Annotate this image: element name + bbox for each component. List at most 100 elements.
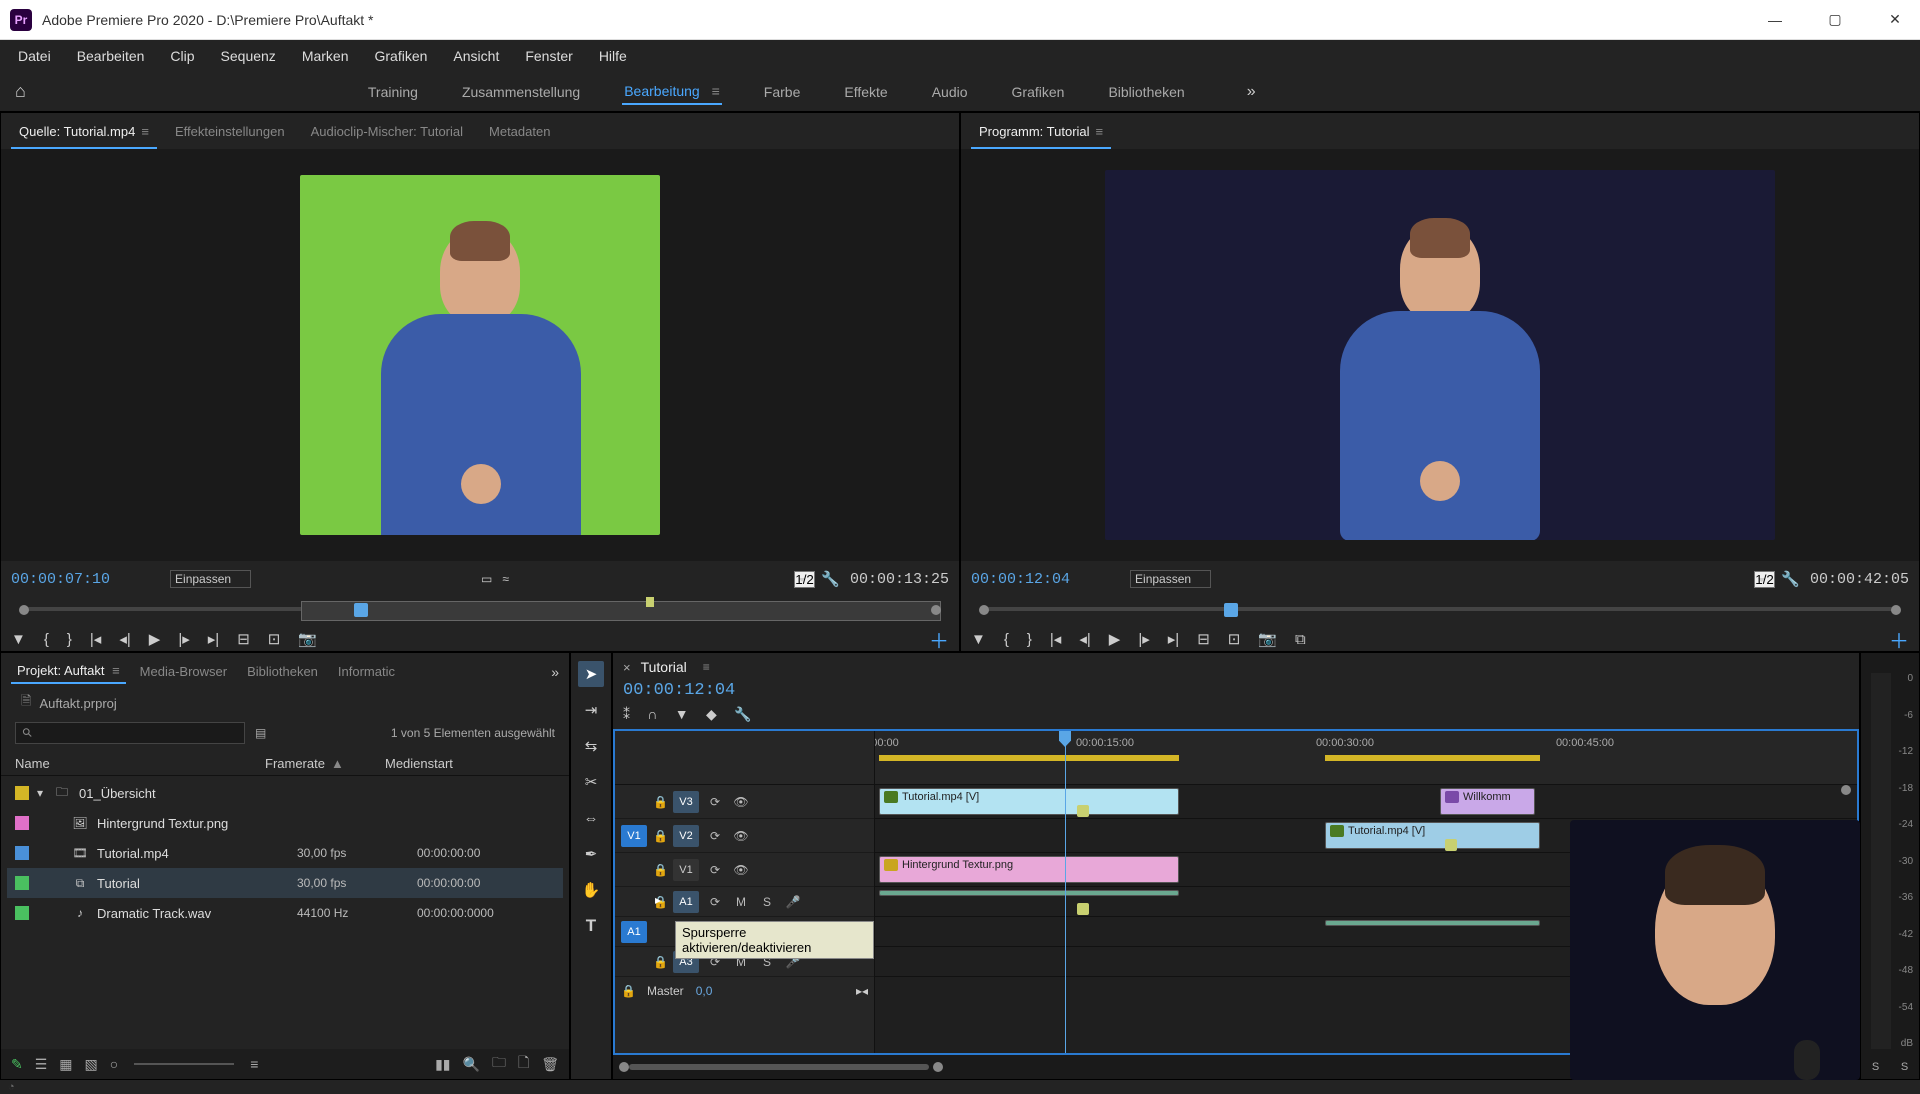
go-to-in-icon[interactable]: |◂ — [1050, 630, 1061, 648]
add-marker-icon[interactable]: ▼ — [971, 631, 986, 648]
go-to-in-icon[interactable]: |◂ — [90, 630, 101, 648]
go-to-out-icon[interactable]: ▸| — [208, 630, 219, 648]
clip-audio-a1[interactable] — [879, 890, 1179, 896]
track-header-a1[interactable]: ▸🔒 A1 ⟳ M S 🎤 — [615, 887, 874, 917]
program-current-timecode[interactable]: 00:00:12:04 — [971, 571, 1070, 588]
label-color-chip[interactable] — [15, 846, 29, 860]
source-video-display[interactable] — [1, 149, 959, 561]
project-tab-media-browser[interactable]: Media-Browser — [134, 660, 233, 683]
clip-marker[interactable] — [1445, 839, 1457, 851]
pen-tool-icon[interactable]: ✒ — [578, 841, 604, 867]
menu-datei[interactable]: Datei — [8, 44, 61, 68]
new-bin-icon[interactable]: 🗀 — [492, 1052, 506, 1076]
timeline-track-v3[interactable]: Tutorial.mp4 [V] Willkomm — [875, 785, 1857, 819]
source-zoom-select[interactable]: 1/2 — [794, 571, 815, 588]
add-transport-button-icon[interactable]: ＋ — [1889, 625, 1909, 654]
workspace-overflow-icon[interactable]: » — [1247, 83, 1256, 101]
list-view-icon[interactable]: ☰ — [35, 1056, 48, 1073]
sort-icon[interactable]: ≡ — [250, 1056, 258, 1072]
track-output-icon[interactable]: 👁 — [731, 795, 751, 809]
sync-lock-icon[interactable]: ⟳ — [705, 795, 725, 809]
project-search-input[interactable] — [15, 722, 245, 744]
master-value[interactable]: 0,0 — [696, 984, 713, 998]
label-color-chip[interactable] — [15, 876, 29, 890]
panel-menu-icon[interactable]: ≡ — [112, 663, 120, 678]
overwrite-icon[interactable]: ⊡ — [268, 630, 281, 648]
project-tab-overflow-icon[interactable]: » — [551, 664, 559, 680]
clip-tutorial-v2[interactable]: Tutorial.mp4 [V] — [1325, 822, 1540, 849]
track-header-master[interactable]: 🔒 Master 0,0 ▸◂ — [615, 977, 874, 1005]
close-button[interactable]: ✕ — [1880, 0, 1910, 40]
track-lock-icon[interactable]: ▸🔒 — [653, 895, 667, 909]
type-tool-icon[interactable]: T — [578, 913, 604, 939]
insert-icon[interactable]: ⊟ — [237, 630, 250, 648]
add-marker-icon[interactable]: ▼ — [11, 631, 26, 648]
project-item[interactable]: 🖼Hintergrund Textur.png — [7, 808, 563, 838]
maximize-button[interactable]: ▢ — [1820, 0, 1850, 40]
project-column-headers[interactable]: Name Framerate▲ Medienstart — [1, 752, 569, 776]
find-icon[interactable]: 🔍 — [463, 1056, 480, 1073]
mark-out-icon[interactable]: } — [1027, 631, 1032, 648]
col-medienstart[interactable]: Medienstart — [385, 756, 555, 771]
clip-hintergrund[interactable]: Hintergrund Textur.png — [879, 856, 1179, 883]
track-header-v1[interactable]: 🔒 V1 ⟳ 👁 — [615, 853, 874, 887]
menu-clip[interactable]: Clip — [160, 44, 204, 68]
timeline-close-icon[interactable]: × — [623, 660, 631, 675]
step-forward-icon[interactable]: |▸ — [1138, 630, 1149, 648]
track-select-tool-icon[interactable]: ⇥ — [578, 697, 604, 723]
track-output-icon[interactable]: 👁 — [731, 829, 751, 843]
track-header-v3[interactable]: 🔒 V3 ⟳ 👁 — [615, 785, 874, 819]
clip-marker[interactable] — [1077, 805, 1089, 817]
new-item-icon[interactable]: 🗋 — [518, 1052, 529, 1076]
comparison-view-icon[interactable]: ⧉ — [1295, 631, 1306, 648]
snap-icon[interactable]: ⁑ — [623, 706, 630, 722]
zoom-slider[interactable] — [134, 1063, 234, 1065]
timeline-playhead[interactable] — [1065, 731, 1066, 1053]
step-back-icon[interactable]: ◂| — [1079, 630, 1090, 648]
menu-sequenz[interactable]: Sequenz — [211, 44, 286, 68]
add-marker-icon[interactable]: ▼ — [675, 706, 689, 722]
sync-lock-icon[interactable]: ⟳ — [705, 829, 725, 843]
add-transport-button-icon[interactable]: ＋ — [929, 625, 949, 654]
track-mute-icon[interactable]: M — [731, 895, 751, 909]
panel-menu-icon[interactable]: ≡ — [1096, 124, 1104, 139]
col-name[interactable]: Name — [15, 756, 265, 771]
project-item[interactable]: ▾🗀01_Übersicht — [7, 778, 563, 808]
panel-menu-icon[interactable]: ≡ — [703, 660, 710, 674]
track-output-icon[interactable]: 👁 — [731, 863, 751, 877]
clip-tutorial-v3[interactable]: Tutorial.mp4 [V] — [879, 788, 1179, 815]
program-tab[interactable]: Programm: Tutorial≡ — [971, 120, 1111, 143]
timeline-settings-icon[interactable]: 🔧 — [734, 706, 751, 722]
workspace-bibliotheken[interactable]: Bibliotheken — [1106, 80, 1186, 104]
source-fit-select[interactable]: Einpassen — [170, 570, 251, 588]
label-color-chip[interactable] — [15, 816, 29, 830]
zoom-slider-icon[interactable]: ○ — [110, 1056, 118, 1072]
source-tab-quelle[interactable]: Quelle: Tutorial.mp4≡ — [11, 120, 157, 143]
menu-hilfe[interactable]: Hilfe — [589, 44, 637, 68]
export-frame-icon[interactable]: 📷 — [298, 630, 317, 648]
linked-selection-icon[interactable]: ∩ — [647, 706, 657, 722]
source-outpoint-marker[interactable] — [646, 597, 654, 607]
track-name-v2[interactable]: V2 — [673, 825, 699, 847]
source-current-timecode[interactable]: 00:00:07:10 — [11, 571, 110, 588]
workspace-farbe[interactable]: Farbe — [762, 80, 803, 104]
menu-grafiken[interactable]: Grafiken — [365, 44, 438, 68]
project-filter-icon[interactable]: ▤ — [255, 726, 266, 740]
track-lock-icon[interactable]: 🔒 — [653, 955, 667, 969]
track-name-v1[interactable]: V1 — [673, 859, 699, 881]
icon-view-icon[interactable]: ▦ — [59, 1056, 72, 1073]
razor-tool-icon[interactable]: ✂ — [578, 769, 604, 795]
label-color-chip[interactable] — [15, 906, 29, 920]
step-forward-icon[interactable]: |▸ — [178, 630, 189, 648]
project-item[interactable]: ♪Dramatic Track.wav44100 Hz00:00:00:0000 — [7, 898, 563, 928]
ripple-edit-tool-icon[interactable]: ⇆ — [578, 733, 604, 759]
hand-tool-icon[interactable]: ✋ — [578, 877, 604, 903]
export-frame-icon[interactable]: 📷 — [1258, 630, 1277, 648]
project-item[interactable]: ⧉Tutorial30,00 fps00:00:00:00 — [7, 868, 563, 898]
timeline-vscroll-handle[interactable] — [1841, 785, 1851, 795]
workspace-menu-icon[interactable]: ≡ — [712, 83, 720, 99]
track-source-patch[interactable] — [621, 791, 647, 813]
project-tab-projekt[interactable]: Projekt: Auftakt ≡ — [11, 659, 126, 684]
play-icon[interactable]: ▶ — [149, 630, 161, 648]
timeline-sequence-name[interactable]: Tutorial — [641, 659, 687, 675]
